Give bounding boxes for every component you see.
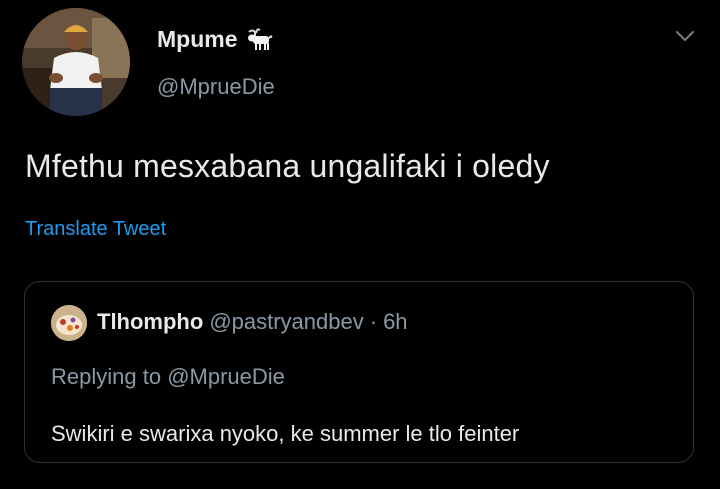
author-handle[interactable]: @MprueDie — [157, 74, 275, 100]
replying-to-line: Replying to @MprueDie — [51, 364, 285, 390]
header-separator: · — [369, 309, 378, 334]
quoted-author-display-name[interactable]: Tlhompho — [97, 309, 203, 335]
translate-tweet-link[interactable]: Translate Tweet — [25, 218, 166, 241]
tweet-text: Mfethu mesxabana ungalifaki i oledy — [25, 148, 550, 184]
quoted-author-avatar[interactable] — [51, 305, 87, 341]
quoted-tweet-text: Swikiri e swarixa nyoko, ke summer le tl… — [51, 421, 520, 446]
author-display-name-row[interactable]: Mpume — [157, 26, 274, 53]
author-display-name[interactable]: Mpume — [157, 26, 238, 53]
quoted-author-handle[interactable]: @pastryandbev — [209, 309, 363, 335]
chevron-down-icon[interactable] — [672, 26, 698, 46]
quoted-tweet-timestamp[interactable]: 6h — [383, 309, 407, 335]
goat-icon — [246, 27, 274, 52]
replying-to-handle[interactable]: @MprueDie — [167, 364, 285, 389]
quoted-tweet-header: Tlhompho @pastryandbev · 6h — [97, 309, 408, 335]
quoted-tweet-card[interactable]: Tlhompho @pastryandbev · 6h Replying to … — [24, 281, 694, 463]
replying-to-prefix: Replying to — [51, 364, 162, 389]
author-avatar[interactable] — [22, 8, 130, 116]
